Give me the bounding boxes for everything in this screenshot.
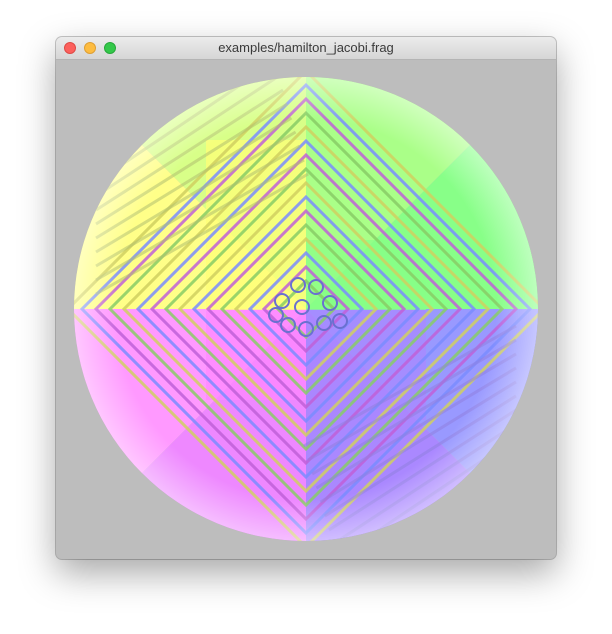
window-title: examples/hamilton_jacobi.frag [218, 40, 394, 55]
title-bar[interactable]: examples/hamilton_jacobi.frag [56, 37, 556, 60]
sphere-render [74, 77, 538, 541]
sphere-edge-highlight [74, 77, 538, 541]
app-window: examples/hamilton_jacobi.frag [56, 37, 556, 559]
shader-render-canvas[interactable] [56, 60, 556, 559]
